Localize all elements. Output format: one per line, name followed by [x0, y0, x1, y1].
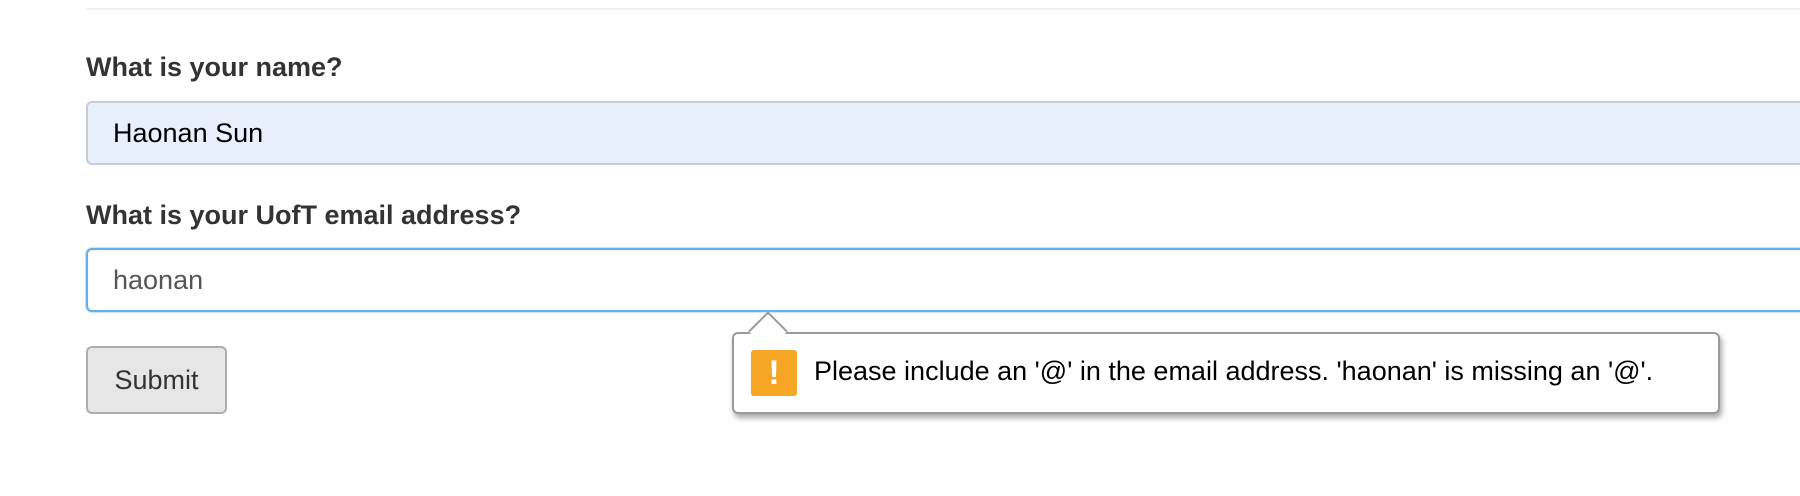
name-label: What is your name? [86, 52, 343, 82]
validation-message: Please include an '@' in the email addre… [814, 356, 1654, 386]
submit-button[interactable]: Submit [86, 346, 227, 414]
name-input[interactable] [86, 101, 1800, 165]
warning-exclamation-icon: ! [751, 350, 797, 396]
validation-tooltip: ! Please include an '@' in the email add… [732, 311, 1720, 414]
survey-form: What is your name? What is your UofT ema… [86, 0, 1800, 496]
email-input[interactable] [86, 248, 1800, 312]
email-label: What is your UofT email address? [86, 200, 522, 230]
